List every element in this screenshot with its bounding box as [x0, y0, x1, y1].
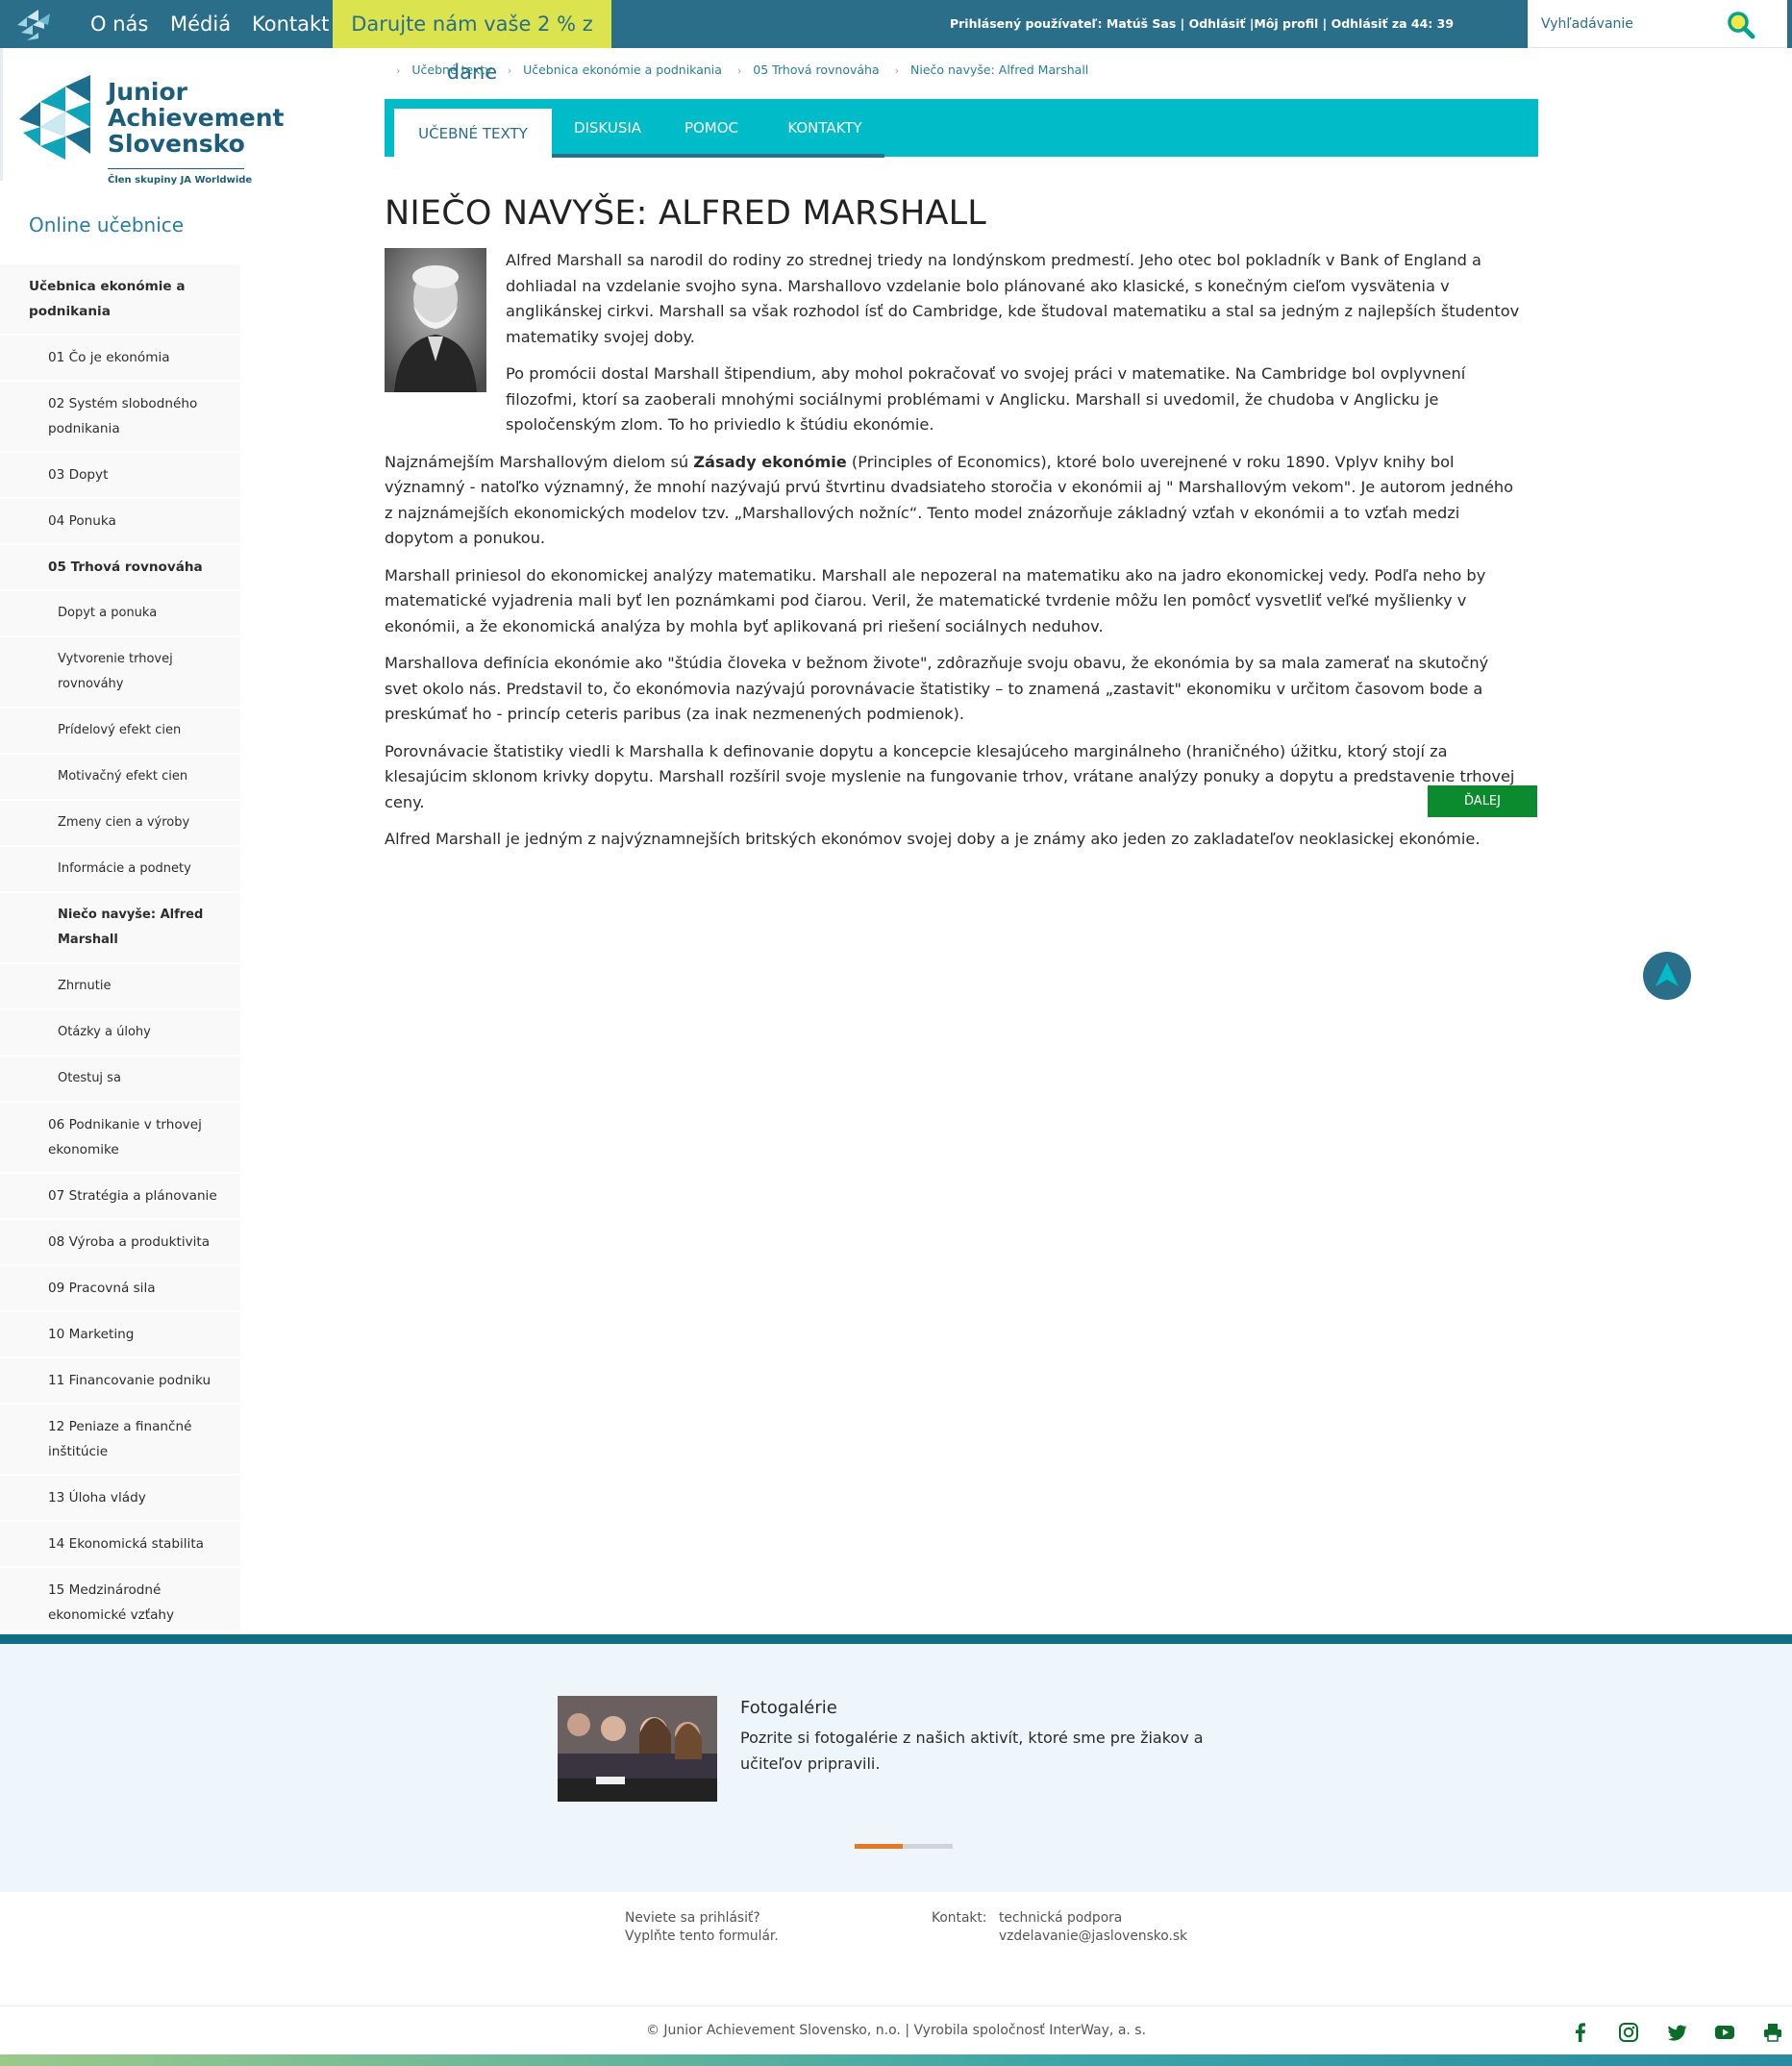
book-title: Zásady ekonómie [693, 452, 847, 471]
sidebar-item[interactable]: 07 Stratégia a plánovanie [0, 1174, 240, 1220]
copyright: © Junior Achievement Slovensko, n.o. | V… [645, 2023, 1147, 2038]
sidebar-item[interactable]: Dopyt a ponuka [0, 591, 240, 637]
brand-name-line1: Junior [108, 78, 187, 106]
sidebar-item[interactable]: 15 Medzinárodné ekonomické vzťahy [0, 1568, 240, 1639]
tab-pomoc[interactable]: POMOC [663, 99, 759, 155]
breadcrumb-separator-icon: › [507, 64, 512, 77]
article-paragraph: Marshall priniesol do ekonomickej analýz… [385, 565, 1486, 635]
login-help: Neviete sa prihlásiť? Vyplňte tento form… [625, 1909, 779, 1946]
article-paragraph: Po promócii dostal Marshall štipendium, … [506, 364, 1466, 434]
user-status-line[interactable]: Prihlásený používateľ: Matúš Sas | Odhlá… [836, 0, 1567, 48]
tab-ucebne-texty[interactable]: UČEBNÉ TEXTY [394, 109, 552, 159]
sidebar-item[interactable]: 11 Financovanie podniku [0, 1358, 240, 1405]
contact-support: technická podpora [999, 1910, 1123, 1926]
ja-small-logo-icon[interactable] [13, 4, 56, 42]
article-paragraph: Alfred Marshall je jedným z najvýznamnej… [385, 830, 1481, 848]
article-body: Alfred Marshall sa narodil do rodiny zo … [385, 248, 1525, 864]
back-to-top-button[interactable] [1643, 952, 1691, 1000]
breadcrumb-item[interactable]: 05 Trhová rovnováha [753, 62, 879, 77]
carousel-indicator-active[interactable] [855, 1844, 903, 1849]
sidebar-item[interactable]: Otestuj sa [0, 1057, 240, 1103]
left-frame [0, 48, 3, 181]
gallery-title[interactable]: Fotogalérie [740, 1698, 837, 1718]
facebook-icon[interactable] [1570, 2022, 1591, 2043]
nav-media[interactable]: Médiá [170, 0, 231, 48]
breadcrumb-separator-icon: › [396, 64, 401, 77]
tab-kontakty[interactable]: KONTAKTY [769, 99, 881, 155]
breadcrumb-separator-icon: › [736, 64, 742, 77]
arrow-up-icon [1655, 962, 1679, 986]
search-box [1528, 0, 1787, 48]
gallery-text: Pozrite si fotogalérie z našich aktivít,… [740, 1729, 1204, 1773]
sidebar-item[interactable]: Otázky a úlohy [0, 1010, 240, 1057]
section-title: Online učebnice [29, 213, 185, 236]
sidebar-item[interactable]: 14 Ekonomická stabilita [0, 1522, 240, 1568]
breadcrumb: › Učebné texty › Učebnica ekonómie a pod… [385, 62, 1088, 84]
search-icon[interactable] [1726, 10, 1756, 40]
brand-name-line3: Slovensko [108, 130, 245, 158]
sidebar-item[interactable]: Vytvorenie trhovej rovnováhy [0, 637, 240, 709]
footer-bar [0, 1634, 1792, 1644]
carousel-indicator[interactable] [903, 1844, 953, 1849]
breadcrumb-separator-icon: › [894, 64, 900, 77]
breadcrumb-current: Niečo navyše: Alfred Marshall [910, 62, 1089, 77]
article-paragraph: Marshallova definícia ekonómie ako "štúd… [385, 654, 1489, 723]
ja-logo-mark-icon [19, 75, 90, 160]
next-button[interactable]: ĎALEJ [1428, 785, 1537, 817]
sidebar-nav: Učebnica ekonómie a podnikania 01 Čo je e… [0, 264, 240, 1685]
instagram-icon[interactable] [1618, 2022, 1639, 2043]
sidebar-item[interactable]: 10 Marketing [0, 1312, 240, 1358]
sidebar-item[interactable]: 13 Úloha vlády [0, 1476, 240, 1522]
twitter-icon[interactable] [1666, 2022, 1687, 2043]
article-paragraph: Najznámejším Marshallovým dielom sú Zása… [385, 450, 1525, 552]
contact-label: Kontakt: [932, 1910, 987, 1926]
breadcrumb-item[interactable]: Učebnica ekonómie a podnikania [523, 62, 722, 77]
breadcrumb-item[interactable]: Učebné texty [411, 62, 491, 77]
sidebar-item[interactable]: 06 Podnikanie v trhovej ekonomike [0, 1103, 240, 1174]
print-icon[interactable] [1762, 2022, 1783, 2043]
sidebar-item[interactable]: 08 Výroba a produktivita [0, 1220, 240, 1266]
bottom-gradient-bar [0, 2054, 1792, 2066]
sidebar-item[interactable]: 01 Čo je ekonómia [0, 336, 240, 382]
gallery-image[interactable] [558, 1696, 717, 1802]
page-title: NIEČO NAVYŠE: ALFRED MARSHALL [385, 194, 987, 233]
tab-bar: UČEBNÉ TEXTY DISKUSIA POMOC KONTAKTY [385, 99, 1538, 159]
sidebar-item[interactable]: Zmeny cien a výroby [0, 801, 240, 847]
login-question: Neviete sa prihlásiť? [625, 1910, 760, 1926]
sidebar-item[interactable]: 09 Pracovná sila [0, 1266, 240, 1312]
tab-diskusia[interactable]: DISKUSIA [560, 99, 656, 155]
brand-tagline: Člen skupiny JA Worldwide [108, 175, 253, 186]
donate-banner[interactable]: Darujte nám vaše 2 % z dane [333, 0, 611, 84]
article-text: Najznámejším Marshallovým dielom sú [385, 452, 694, 471]
sidebar-item[interactable]: 03 Dopyt [0, 453, 240, 499]
nav-o-nas[interactable]: O nás [90, 0, 148, 48]
footer-divider [0, 2005, 1792, 2006]
sidebar-item[interactable]: 04 Ponuka [0, 499, 240, 545]
sidebar-item[interactable]: 12 Peniaze a finančné inštitúcie [0, 1405, 240, 1476]
footer-info [0, 1892, 1792, 2007]
contact-email-link[interactable]: vzdelavanie@jaslovensko.sk [999, 1929, 1187, 1944]
article-paragraph: Porovnávacie štatistiky viedli k Marshal… [385, 741, 1515, 811]
sidebar-item[interactable]: 02 Systém slobodného podnikania [0, 382, 240, 453]
sidebar-item[interactable]: Informácie a podnety [0, 847, 240, 893]
sidebar-item[interactable]: 05 Trhová rovnováha [0, 545, 240, 591]
search-input[interactable] [1541, 12, 1714, 37]
nav-kontakt[interactable]: Kontakt [252, 0, 329, 48]
youtube-icon[interactable] [1714, 2022, 1735, 2043]
login-form-link[interactable]: Vyplňte tento formulár. [625, 1929, 779, 1944]
sidebar-item[interactable]: Prídelový efekt cien [0, 709, 240, 755]
sidebar-item[interactable]: Učebnica ekonómie a podnikania [0, 264, 240, 336]
sidebar-item[interactable]: Zhrnutie [0, 964, 240, 1010]
brand-divider [108, 168, 244, 169]
brand-name-line2: Achievement [108, 104, 285, 132]
article-paragraph: Alfred Marshall sa narodil do rodiny zo … [506, 251, 1520, 346]
contact-info: technická podpora vzdelavanie@jaslovensk… [999, 1909, 1187, 1946]
sidebar-item[interactable]: Niečo navyše: Alfred Marshall [0, 893, 240, 964]
top-bar: O nás Médiá Kontakt Darujte nám vaše 2 %… [0, 0, 1792, 84]
sidebar-item[interactable]: Motivačný efekt cien [0, 755, 240, 801]
